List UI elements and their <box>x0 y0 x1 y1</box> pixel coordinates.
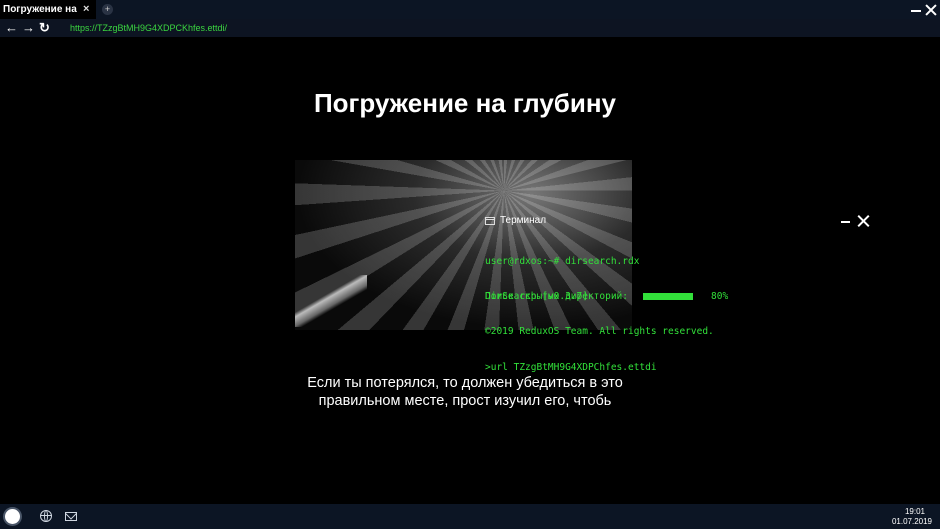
taskbar <box>0 504 940 529</box>
page-title: Погружение на глубину <box>313 88 617 118</box>
window-close-icon[interactable] <box>924 0 938 19</box>
progress-bar-fill <box>643 293 694 300</box>
terminal-close-icon[interactable] <box>857 214 870 228</box>
start-button[interactable] <box>5 509 20 524</box>
forward-arrow-icon[interactable]: → <box>22 19 35 37</box>
terminal-line: >url TZzgBtMH9G4XDPChfes.ettdi <box>485 361 657 373</box>
back-arrow-icon[interactable]: ← <box>5 19 18 37</box>
terminal-line: ©2019 ReduxOS Team. All rights reserved. <box>485 326 714 338</box>
terminal-minimize-icon[interactable] <box>841 215 851 227</box>
new-tab-button[interactable]: + <box>102 4 113 15</box>
clock-time: 19:01 <box>904 507 925 516</box>
terminal-progress: Поиск скрытых директорий: 80% <box>485 290 745 303</box>
tab-close-icon[interactable]: × <box>83 0 89 19</box>
reload-icon[interactable]: ↻ <box>39 19 50 37</box>
progress-bar <box>643 293 706 300</box>
progress-percent: 80% <box>711 291 729 302</box>
navigation-bar: ← → ↻ https://TZzgBtMH9G4XDPCKhfes.ettdi… <box>0 19 940 37</box>
address-bar-url[interactable]: https://TZzgBtMH9G4XDPCKhfes.ettdi/ <box>70 19 227 37</box>
terminal-icon <box>485 217 495 225</box>
window-minimize-icon[interactable] <box>910 0 922 19</box>
browser-globe-icon[interactable] <box>40 510 52 522</box>
terminal-title: Терминал <box>500 215 547 226</box>
tab-title: Погружение на <box>3 4 77 15</box>
terminal-line: user@rdxos:~# dirsearch.rdx <box>485 255 640 267</box>
mail-icon[interactable] <box>65 512 77 521</box>
browser-tab[interactable]: Погружение на × <box>0 0 96 19</box>
clock-date: 01.07.2019 <box>891 517 932 526</box>
tab-bar: Погружение на × + <box>0 0 940 19</box>
terminal-output: user@rdxos:~# dirsearch.rdx DirSearch [v… <box>485 232 845 385</box>
progress-label: Поиск скрытых директорий: <box>485 291 628 302</box>
